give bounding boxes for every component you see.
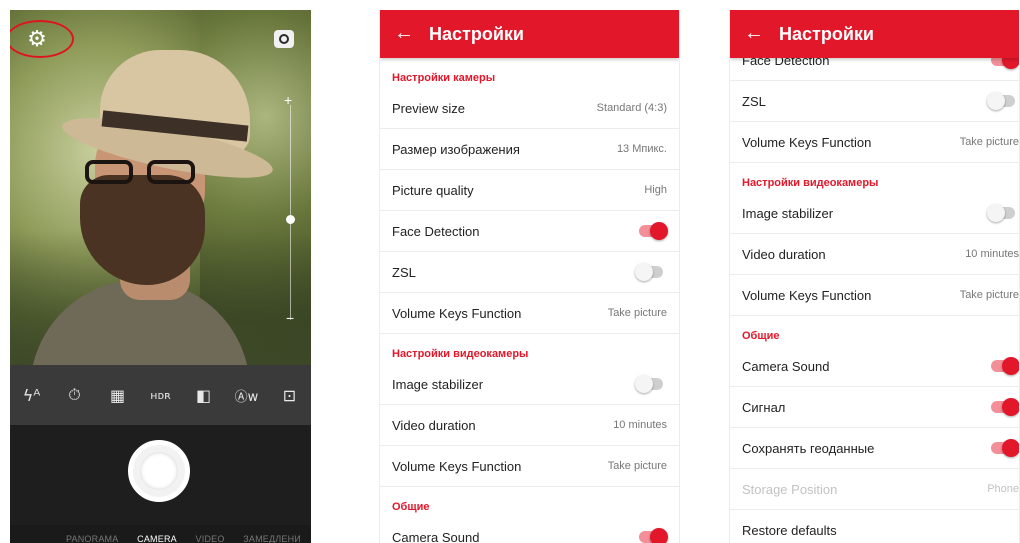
setting-label: Video duration [392,418,476,433]
setting-label: Camera Sound [392,530,480,543]
switch-camera-icon[interactable] [274,30,294,48]
setting-volume-keys-video[interactable]: Volume Keys Function Take picture [380,446,679,487]
setting-zsl[interactable]: ZSL [730,81,1019,122]
white-balance-auto-icon[interactable]: Ⓐᴡ [234,386,260,405]
setting-value: Take picture [959,136,1019,148]
setting-restore-defaults[interactable]: Restore defaults [730,510,1019,543]
page-title: Настройки [429,24,524,44]
setting-label: Volume Keys Function [742,288,872,303]
settings-screen-top: ← Настройки Настройки камеры Preview siz… [379,10,680,543]
setting-image-stabilizer[interactable]: Image stabilizer [730,193,1019,234]
camera-sound-toggle[interactable] [639,528,668,543]
setting-label: ZSL [742,94,766,109]
flash-auto-icon[interactable]: ϟᴬ [19,386,45,405]
section-header-general: Общие [392,501,430,513]
setting-volume-keys[interactable]: Volume Keys Function Take picture [380,293,679,334]
setting-storage-position: Storage Position Phone [730,469,1019,510]
setting-label: Сигнал [742,400,786,415]
settings-app-bar: ← Настройки [380,10,679,58]
setting-value: Take picture [607,307,667,319]
setting-label: Camera Sound [742,359,830,374]
zoom-slider[interactable] [290,105,291,320]
back-arrow-icon[interactable]: ← [394,22,414,44]
setting-value: 13 Мпикс. [616,143,667,155]
shutter-button-inner [140,452,178,490]
setting-image-stabilizer[interactable]: Image stabilizer [380,364,679,405]
setting-volume-keys-video[interactable]: Volume Keys Function Take picture [730,275,1019,316]
setting-label: Сохранять геоданные [742,441,875,456]
mode-tab-video[interactable]: VIDEO [196,534,225,543]
camera-mode-tabs: PANORAMA CAMERA VIDEO ЗАМЕДЛЕНИ [10,525,311,543]
settings-list: Face Detection ZSL Volume Keys Function … [730,40,1019,543]
mode-tab-panorama[interactable]: PANORAMA [66,534,118,543]
zoom-minus-icon[interactable]: − [286,310,294,326]
setting-image-size[interactable]: Размер изображения 13 Мпикс. [380,129,679,170]
mode-tab-camera[interactable]: CAMERA [137,534,177,543]
setting-label: Volume Keys Function [742,135,872,150]
setting-label: Storage Position [742,482,838,497]
settings-screen-scrolled: ← Настройки Face Detection ZSL Volume Ke… [729,10,1020,543]
setting-camera-sound[interactable]: Camera Sound [730,346,1019,387]
subject-glasses [85,160,205,186]
setting-label: Preview size [392,101,465,116]
setting-video-duration[interactable]: Video duration 10 minutes [730,234,1019,275]
setting-picture-quality[interactable]: Picture quality High [380,170,679,211]
scene-auto-icon[interactable]: ⊡ [277,386,303,405]
setting-volume-keys[interactable]: Volume Keys Function Take picture [730,122,1019,163]
shutter-area [10,425,311,525]
setting-value: Standard (4:3) [596,102,667,114]
setting-face-detection[interactable]: Face Detection [380,211,679,252]
section-header-camera: Настройки камеры [392,72,496,84]
camera-quick-settings-bar: ϟᴬ ⏱ ▦ ʜᴅʀ ◧ Ⓐᴡ ⊡ [10,365,311,425]
setting-preview-size[interactable]: Preview size Standard (4:3) [380,88,679,129]
settings-app-bar: ← Настройки [730,10,1019,58]
zsl-toggle[interactable] [987,92,1015,110]
grid-icon[interactable]: ▦ [105,386,131,405]
setting-value: High [644,184,667,196]
setting-label: Picture quality [392,183,474,198]
setting-value: Phone [987,483,1019,495]
setting-value: 10 minutes [965,248,1019,260]
setting-geodata[interactable]: Сохранять геоданные [730,428,1019,469]
camera-viewfinder[interactable]: ⚙ + − [10,10,311,365]
mode-tab-slow-motion[interactable]: ЗАМЕДЛЕНИ [243,534,301,543]
hdr-off-icon[interactable]: ʜᴅʀ [148,389,174,402]
setting-label: Face Detection [392,224,480,239]
timer-off-icon[interactable]: ⏱ [62,385,88,405]
setting-video-duration[interactable]: Video duration 10 minutes [380,405,679,446]
setting-label: Restore defaults [742,523,837,538]
camera-sound-toggle[interactable] [991,357,1019,375]
shutter-button[interactable] [128,440,190,502]
setting-label: Volume Keys Function [392,459,522,474]
setting-camera-sound[interactable]: Camera Sound [380,517,679,543]
section-header-video: Настройки видеокамеры [392,348,529,360]
setting-label: Image stabilizer [742,206,834,221]
highlight-circle [10,20,74,58]
zsl-toggle[interactable] [635,263,663,281]
setting-label: ZSL [392,265,416,280]
setting-label: Volume Keys Function [392,306,522,321]
setting-label: Video duration [742,247,826,262]
setting-label: Размер изображения [392,142,520,157]
section-header-general: Общие [742,330,780,342]
setting-value: Take picture [959,289,1019,301]
setting-zsl[interactable]: ZSL [380,252,679,293]
settings-list: Настройки камеры Preview size Standard (… [380,58,679,543]
setting-signal[interactable]: Сигнал [730,387,1019,428]
back-arrow-icon[interactable]: ← [744,22,764,44]
image-stabilizer-toggle[interactable] [987,204,1015,222]
aspect-ratio-icon[interactable]: ◧ [191,386,217,405]
page-title: Настройки [779,24,874,44]
section-header-video: Настройки видеокамеры [742,177,879,189]
camera-app-screen: ⚙ + − ϟᴬ ⏱ ▦ ʜᴅʀ ◧ Ⓐᴡ ⊡ PANORAMA CAMERA … [10,10,311,543]
setting-label: Image stabilizer [392,377,484,392]
geodata-toggle[interactable] [991,439,1019,457]
setting-value: 10 minutes [613,419,667,431]
signal-toggle[interactable] [991,398,1019,416]
face-detection-toggle[interactable] [639,222,668,240]
setting-value: Take picture [607,460,667,472]
image-stabilizer-toggle[interactable] [635,375,663,393]
zoom-slider-handle[interactable] [286,214,295,224]
